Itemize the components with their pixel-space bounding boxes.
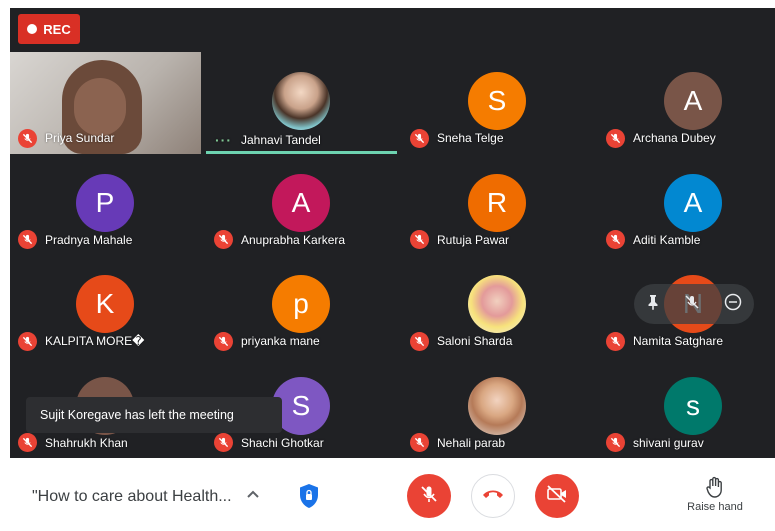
participant-photo	[272, 72, 330, 130]
mic-off-icon	[606, 433, 625, 452]
mic-off-icon	[606, 230, 625, 249]
participant-name: Nehali parab	[437, 435, 506, 450]
participant-avatar: A	[664, 173, 722, 232]
mic-off-icon	[18, 331, 37, 351]
mic-off-icon	[18, 433, 37, 452]
participant-name: KALPITA MORE�	[45, 334, 145, 348]
raise-hand-icon	[705, 476, 725, 501]
participant-photo	[468, 376, 526, 435]
participant-tile[interactable]: Saloni Sharda	[402, 255, 593, 357]
participant-tile[interactable]: A Archana Dubey	[598, 52, 775, 154]
participant-avatar: K	[76, 275, 134, 333]
meeting-title[interactable]: "How to care about Health...	[32, 488, 232, 506]
participant-tile[interactable]: p priyanka mane	[206, 255, 397, 357]
camera-toggle-button[interactable]	[535, 474, 579, 518]
mic-off-icon	[410, 230, 429, 249]
participant-name: Priya Sundar	[45, 131, 115, 145]
participant-avatar: s	[664, 376, 722, 435]
participant-tile[interactable]: P Pradnya Mahale	[10, 154, 201, 256]
participant-avatar: R	[468, 173, 526, 232]
participant-avatar: P	[76, 173, 134, 232]
notification-toast: Sujit Koregave has left the meeting	[26, 397, 282, 433]
pin-icon[interactable]	[646, 294, 660, 315]
hangup-button[interactable]	[471, 474, 515, 518]
participant-name: Shachi Ghotkar	[241, 435, 324, 450]
participant-name: Jahnavi Tandel	[241, 132, 321, 147]
participant-name: shivani gurav	[633, 435, 704, 450]
participant-tile[interactable]: Nehali parab	[402, 357, 593, 459]
toast-message: Sujit Koregave has left the meeting	[40, 408, 234, 422]
participant-name: Shahrukh Khan	[45, 435, 128, 450]
raise-hand-button[interactable]: Raise hand	[680, 476, 750, 513]
mic-off-icon	[410, 433, 429, 452]
shield-icon[interactable]	[298, 483, 320, 509]
participant-avatar: S	[468, 72, 526, 130]
recording-indicator: REC	[18, 14, 80, 44]
camera-off-icon	[546, 484, 568, 508]
mic-off-icon	[214, 331, 233, 351]
participant-tile[interactable]: s shivani gurav	[598, 357, 775, 459]
participant-name: Saloni Sharda	[437, 334, 513, 348]
mic-toggle-button[interactable]	[407, 474, 451, 518]
mic-off-icon	[419, 484, 439, 509]
participant-name: Aditi Kamble	[633, 232, 701, 247]
mute-participant-icon[interactable]	[684, 294, 700, 315]
participant-name: Rutuja Pawar	[437, 232, 510, 247]
mic-off-icon	[606, 128, 625, 148]
participant-tile[interactable]: K KALPITA MORE�	[10, 255, 201, 357]
participant-name: Archana Dubey	[633, 131, 716, 145]
participant-tile[interactable]: S Sneha Telge	[402, 52, 593, 154]
mic-off-icon	[410, 128, 429, 148]
participant-tile[interactable]: R Rutuja Pawar	[402, 154, 593, 256]
mic-off-icon	[18, 230, 37, 249]
mic-off-icon	[410, 331, 429, 351]
participant-tile[interactable]: A Aditi Kamble	[598, 154, 775, 256]
mic-off-icon	[18, 128, 37, 148]
chevron-up-icon[interactable]	[244, 486, 262, 504]
participant-tile[interactable]: A Anuprabha Karkera	[206, 154, 397, 256]
speaking-dots-icon: ···	[215, 131, 232, 148]
participant-name: Namita Satghare	[633, 334, 724, 348]
participant-name: priyanka mane	[241, 334, 320, 348]
participant-name: Anuprabha Karkera	[241, 232, 346, 247]
participant-avatar: p	[272, 275, 330, 333]
participant-photo	[468, 275, 526, 333]
tile-hover-controls	[634, 284, 754, 324]
participant-avatar: A	[272, 173, 330, 232]
participant-name: Sneha Telge	[437, 131, 504, 145]
bottom-bar: "How to care about Health... Raise hand	[0, 458, 775, 531]
record-dot-icon	[27, 24, 38, 34]
participant-avatar: A	[664, 72, 722, 130]
mic-off-icon	[214, 230, 233, 249]
top-bar: REC	[10, 8, 775, 52]
remove-icon[interactable]	[724, 293, 742, 316]
mic-off-icon	[214, 433, 233, 452]
recording-label: REC	[43, 21, 71, 37]
participant-name: Pradnya Mahale	[45, 232, 133, 247]
mic-off-icon	[606, 331, 625, 351]
participant-tile[interactable]: ··· Jahnavi Tandel	[206, 52, 397, 154]
raise-hand-label: Raise hand	[687, 501, 743, 513]
participant-tile[interactable]: Priya Sundar	[10, 52, 201, 154]
hangup-icon	[482, 487, 504, 505]
